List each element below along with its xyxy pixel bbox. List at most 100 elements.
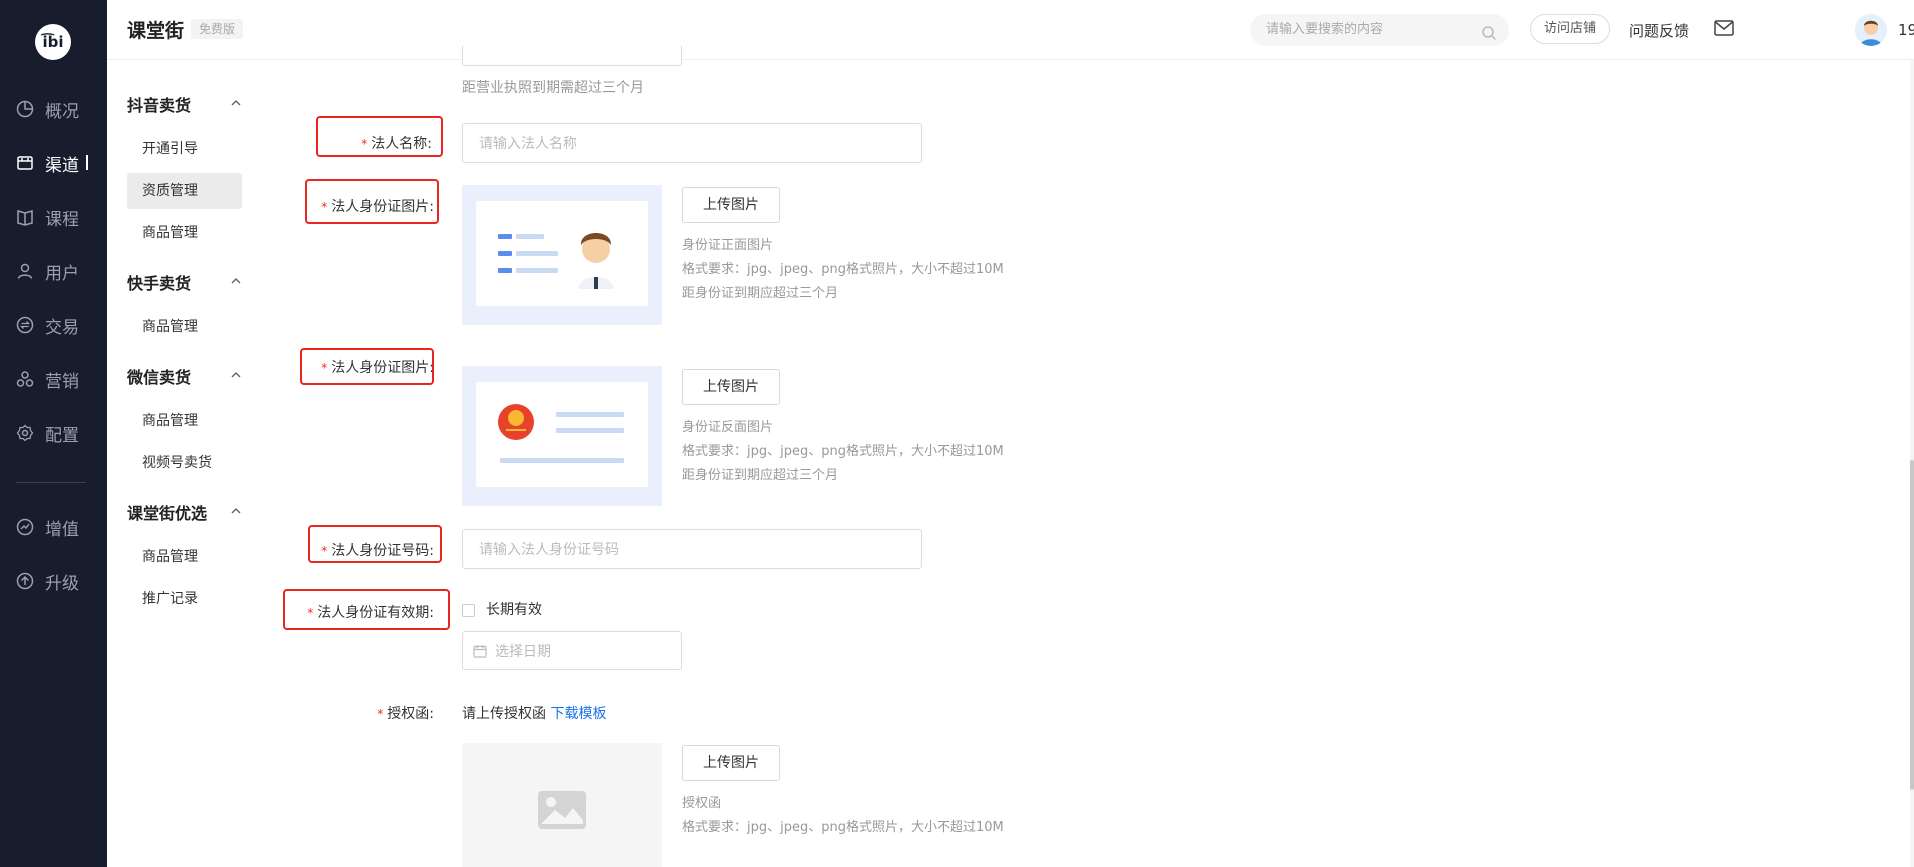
nav-item-overview[interactable]: 概况 xyxy=(0,82,107,136)
label-text: 法人身份证有效期: xyxy=(317,605,434,621)
subnav-item-qualification[interactable]: 资质管理 xyxy=(127,173,242,209)
subnav-group-youxuan[interactable]: 课堂街优选 xyxy=(127,500,242,524)
sub-nav: 抖音卖货 开通引导 资质管理 商品管理 快手卖货 商品管理 微信卖货 商品管理 … xyxy=(107,60,262,867)
required-mark: * xyxy=(377,707,384,721)
subnav-group-wechat[interactable]: 微信卖货 xyxy=(127,364,242,388)
id-front-label: * 法人身份证图片: xyxy=(312,196,434,216)
chevron-up-icon xyxy=(230,272,242,291)
long-term-checkbox[interactable] xyxy=(462,604,475,617)
id-back-hint-2: 格式要求：jpg、jpeg、png格式照片，大小不超过10M xyxy=(682,444,1004,459)
id-front-upload-button[interactable]: 上传图片 xyxy=(682,187,780,223)
label-text: 授权函: xyxy=(387,706,434,722)
id-number-input[interactable]: 请输入法人身份证号码 xyxy=(462,529,922,569)
book-icon xyxy=(15,207,35,227)
nav-label: 配置 xyxy=(45,425,79,446)
id-back-upload-button[interactable]: 上传图片 xyxy=(682,369,780,405)
nav-item-course[interactable]: 课程 xyxy=(0,190,107,244)
search-placeholder: 请输入要搜索的内容 xyxy=(1266,22,1384,37)
nav-label: 增值 xyxy=(45,519,79,540)
id-card-back-illustration xyxy=(476,382,648,487)
mail-icon[interactable] xyxy=(1714,20,1734,40)
id-card-front-illustration xyxy=(476,201,648,306)
legal-name-label: * 法人名称: xyxy=(330,133,432,153)
nav-label: 课程 xyxy=(45,209,79,230)
id-back-hint-1: 身份证反面图片 xyxy=(682,420,774,435)
subnav-item-activation-guide[interactable]: 开通引导 xyxy=(127,131,242,167)
subnav-group-douyin[interactable]: 抖音卖货 xyxy=(127,92,242,116)
id-validity-label: * 法人身份证有效期: xyxy=(296,602,434,622)
group-title: 课堂街优选 xyxy=(127,504,208,523)
user-icon xyxy=(15,261,35,281)
subnav-item-products-kuaishou[interactable]: 商品管理 xyxy=(127,309,242,345)
upgrade-icon xyxy=(15,571,35,591)
input-placeholder: 选择日期 xyxy=(495,643,551,660)
nav-item-trade[interactable]: 交易 xyxy=(0,298,107,352)
required-mark: * xyxy=(321,544,328,558)
avatar[interactable] xyxy=(1855,14,1887,46)
nav-label: 交易 xyxy=(45,317,79,338)
calendar-icon xyxy=(473,644,487,658)
group-title: 微信卖货 xyxy=(127,368,192,387)
feedback-link[interactable]: 问题反馈 xyxy=(1629,20,1689,41)
nav-label: 营销 xyxy=(45,371,79,392)
date-picker-input[interactable]: 选择日期 xyxy=(462,631,682,670)
store-icon xyxy=(15,153,35,173)
authorization-hint-2: 格式要求：jpg、jpeg、png格式照片，大小不超过10M xyxy=(682,820,1004,835)
subnav-item-promotion-records[interactable]: 推广记录 xyxy=(127,581,242,617)
id-front-sample-image xyxy=(462,185,662,325)
app-logo[interactable]: i͡bi xyxy=(35,24,71,60)
exchange-icon xyxy=(15,315,35,335)
authorization-text: 请上传授权函 xyxy=(462,706,546,722)
active-indicator xyxy=(86,155,88,170)
nav-label: 升级 xyxy=(45,573,79,594)
license-date-input[interactable] xyxy=(462,46,682,66)
nav-item-channel[interactable]: 渠道 xyxy=(0,136,107,190)
nav-item-marketing[interactable]: 营销 xyxy=(0,352,107,406)
id-front-hint-2: 格式要求：jpg、jpeg、png格式照片，大小不超过10M xyxy=(682,262,1004,277)
download-template-link[interactable]: 下载模板 xyxy=(550,706,606,722)
authorization-instruction: 请上传授权函 下载模板 xyxy=(462,703,606,723)
search-icon[interactable] xyxy=(1481,22,1497,54)
authorization-label: * 授权函: xyxy=(330,703,434,723)
gear-icon xyxy=(15,423,35,443)
input-placeholder: 请输入法人名称 xyxy=(479,136,577,152)
nav-item-value-added[interactable]: 增值 xyxy=(0,500,107,554)
required-mark: * xyxy=(361,137,368,151)
input-placeholder: 请输入法人身份证号码 xyxy=(479,542,619,558)
label-text: 法人身份证号码: xyxy=(331,543,434,559)
subnav-item-channels-selling[interactable]: 视频号卖货 xyxy=(127,445,242,481)
subnav-item-products-douyin[interactable]: 商品管理 xyxy=(127,215,242,251)
search-input[interactable]: 请输入要搜索的内容 xyxy=(1250,14,1509,46)
chevron-up-icon xyxy=(230,502,242,521)
id-front-hint-3: 距身份证到期应超过三个月 xyxy=(682,286,839,301)
group-title: 抖音卖货 xyxy=(127,96,192,115)
group-title: 快手卖货 xyxy=(127,274,192,293)
nav-item-settings[interactable]: 配置 xyxy=(0,406,107,460)
authorization-upload-button[interactable]: 上传图片 xyxy=(682,745,780,781)
authorization-placeholder-image xyxy=(462,743,662,867)
label-text: 法人身份证图片: xyxy=(331,199,434,215)
nav-label: 概况 xyxy=(45,101,79,122)
legal-name-input[interactable]: 请输入法人名称 xyxy=(462,123,922,163)
long-term-label[interactable]: 长期有效 xyxy=(486,598,542,622)
nav-item-users[interactable]: 用户 xyxy=(0,244,107,298)
scrollbar-thumb[interactable] xyxy=(1910,460,1914,790)
user-name[interactable]: 19559297226 xyxy=(1898,21,1914,39)
pie-chart-icon xyxy=(15,99,35,119)
id-back-hint-3: 距身份证到期应超过三个月 xyxy=(682,468,839,483)
subnav-item-products-wechat[interactable]: 商品管理 xyxy=(127,403,242,439)
authorization-hint-1: 授权函 xyxy=(682,796,722,811)
subnav-item-products-youxuan[interactable]: 商品管理 xyxy=(127,539,242,575)
required-mark: * xyxy=(321,200,328,214)
id-number-label: * 法人身份证号码: xyxy=(312,540,434,560)
edition-badge: 免费版 xyxy=(191,19,244,39)
nav-item-upgrade[interactable]: 升级 xyxy=(0,554,107,608)
subnav-group-kuaishou[interactable]: 快手卖货 xyxy=(127,270,242,294)
license-hint: 距营业执照到期需超过三个月 xyxy=(462,80,644,96)
logo-text: i͡bi xyxy=(42,33,64,51)
value-added-icon xyxy=(15,517,35,537)
nav-divider xyxy=(16,482,86,483)
top-header: 课堂街 免费版 请输入要搜索的内容 访问店铺 问题反馈 19559297226 xyxy=(107,0,1914,60)
visit-store-button[interactable]: 访问店铺 xyxy=(1530,14,1610,44)
id-back-sample-image xyxy=(462,366,662,506)
